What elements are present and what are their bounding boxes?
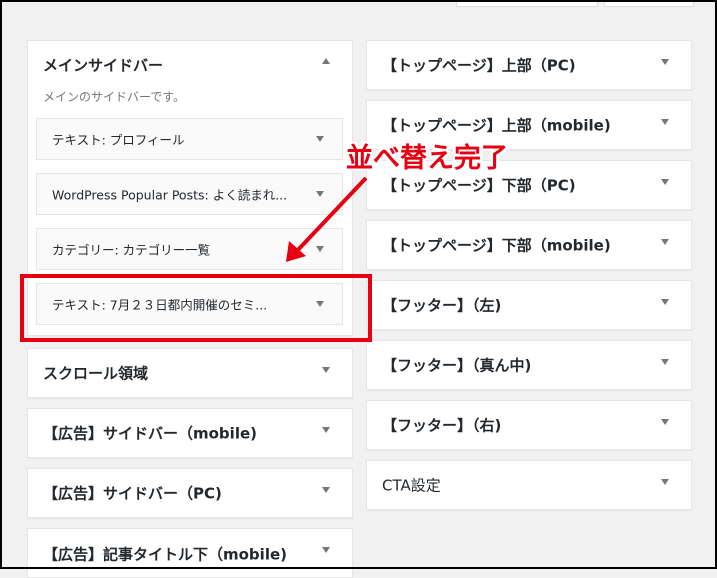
top-stub-right bbox=[604, 0, 694, 7]
chevron-down-icon[interactable] bbox=[322, 487, 330, 493]
widget-area-title: CTA設定 bbox=[382, 476, 441, 495]
chevron-down-icon[interactable] bbox=[322, 547, 330, 553]
chevron-down-icon[interactable] bbox=[316, 136, 324, 142]
main-sidebar-title: メインサイドバー bbox=[43, 56, 164, 75]
widget-area-ad-sidebar-mobile[interactable]: 【広告】サイドバー（mobile) bbox=[27, 408, 353, 458]
widget-area-title: 【トップページ】下部（mobile) bbox=[382, 236, 611, 255]
widget-area-title: 【フッター】（左) bbox=[382, 296, 502, 315]
widget-area-ad-under-title-mobile[interactable]: 【広告】記事タイトル下（mobile) bbox=[27, 528, 353, 578]
chevron-down-icon[interactable] bbox=[316, 301, 324, 307]
widget-area-scroll[interactable]: スクロール領域 bbox=[27, 348, 353, 398]
chevron-up-icon[interactable] bbox=[322, 58, 330, 64]
top-stub-left bbox=[456, 0, 598, 7]
chevron-down-icon[interactable] bbox=[661, 59, 669, 65]
chevron-down-icon[interactable] bbox=[316, 191, 324, 197]
widget-area-top-upper-pc[interactable]: 【トップページ】上部（PC) bbox=[366, 40, 692, 90]
chevron-down-icon[interactable] bbox=[322, 367, 330, 373]
widget-area-title: 【フッター】（右) bbox=[382, 416, 502, 435]
widget-area-ad-sidebar-pc[interactable]: 【広告】サイドバー（PC) bbox=[27, 468, 353, 518]
main-sidebar-description: メインのサイドバーです。 bbox=[43, 90, 186, 104]
widget-title: カテゴリー: カテゴリー一覧 bbox=[52, 242, 211, 258]
chevron-down-icon[interactable] bbox=[661, 119, 669, 125]
widget-area-title: スクロール領域 bbox=[43, 364, 149, 383]
widget-title: WordPress Popular Posts: よく読まれ... bbox=[52, 187, 288, 203]
widget-area-title: 【トップページ】下部（PC) bbox=[382, 176, 576, 195]
chevron-down-icon[interactable] bbox=[661, 479, 669, 485]
widget-item[interactable]: WordPress Popular Posts: よく読まれ... bbox=[36, 173, 343, 215]
widget-area-title: 【トップページ】上部（PC) bbox=[382, 56, 576, 75]
annotation-text: 並べ替え完了 bbox=[346, 143, 508, 174]
widget-area-title: 【広告】サイドバー（PC) bbox=[43, 484, 222, 503]
widget-area-top-lower-mobile[interactable]: 【トップページ】下部（mobile) bbox=[366, 220, 692, 270]
chevron-down-icon[interactable] bbox=[661, 179, 669, 185]
widget-area-footer-center[interactable]: 【フッター】（真ん中) bbox=[366, 340, 692, 390]
chevron-down-icon[interactable] bbox=[661, 239, 669, 245]
chevron-down-icon[interactable] bbox=[316, 246, 324, 252]
widget-title: テキスト: 7月２３日都内開催のセミ... bbox=[52, 297, 268, 313]
widget-area-footer-left[interactable]: 【フッター】（左) bbox=[366, 280, 692, 330]
widget-item[interactable]: テキスト: プロフィール bbox=[36, 118, 343, 160]
widget-area-title: 【フッター】（真ん中) bbox=[382, 356, 532, 375]
widget-area-footer-right[interactable]: 【フッター】（右) bbox=[366, 400, 692, 450]
main-sidebar-header[interactable]: メインサイドバー bbox=[28, 41, 352, 85]
widget-area-title: 【トップページ】上部（mobile) bbox=[382, 116, 611, 135]
widget-item[interactable]: カテゴリー: カテゴリー一覧 bbox=[36, 228, 343, 270]
chevron-down-icon[interactable] bbox=[661, 419, 669, 425]
chevron-down-icon[interactable] bbox=[322, 427, 330, 433]
widget-area-main-sidebar: メインサイドバー メインのサイドバーです。 テキスト: プロフィール WordP… bbox=[27, 40, 353, 336]
chevron-down-icon[interactable] bbox=[661, 359, 669, 365]
widget-area-title: 【広告】サイドバー（mobile) bbox=[43, 424, 257, 443]
widget-title: テキスト: プロフィール bbox=[52, 132, 185, 148]
widget-item-moved[interactable]: テキスト: 7月２３日都内開催のセミ... bbox=[36, 283, 343, 325]
widget-area-cta[interactable]: CTA設定 bbox=[366, 460, 692, 510]
widget-area-title: 【広告】記事タイトル下（mobile) bbox=[43, 545, 287, 564]
chevron-down-icon[interactable] bbox=[661, 299, 669, 305]
